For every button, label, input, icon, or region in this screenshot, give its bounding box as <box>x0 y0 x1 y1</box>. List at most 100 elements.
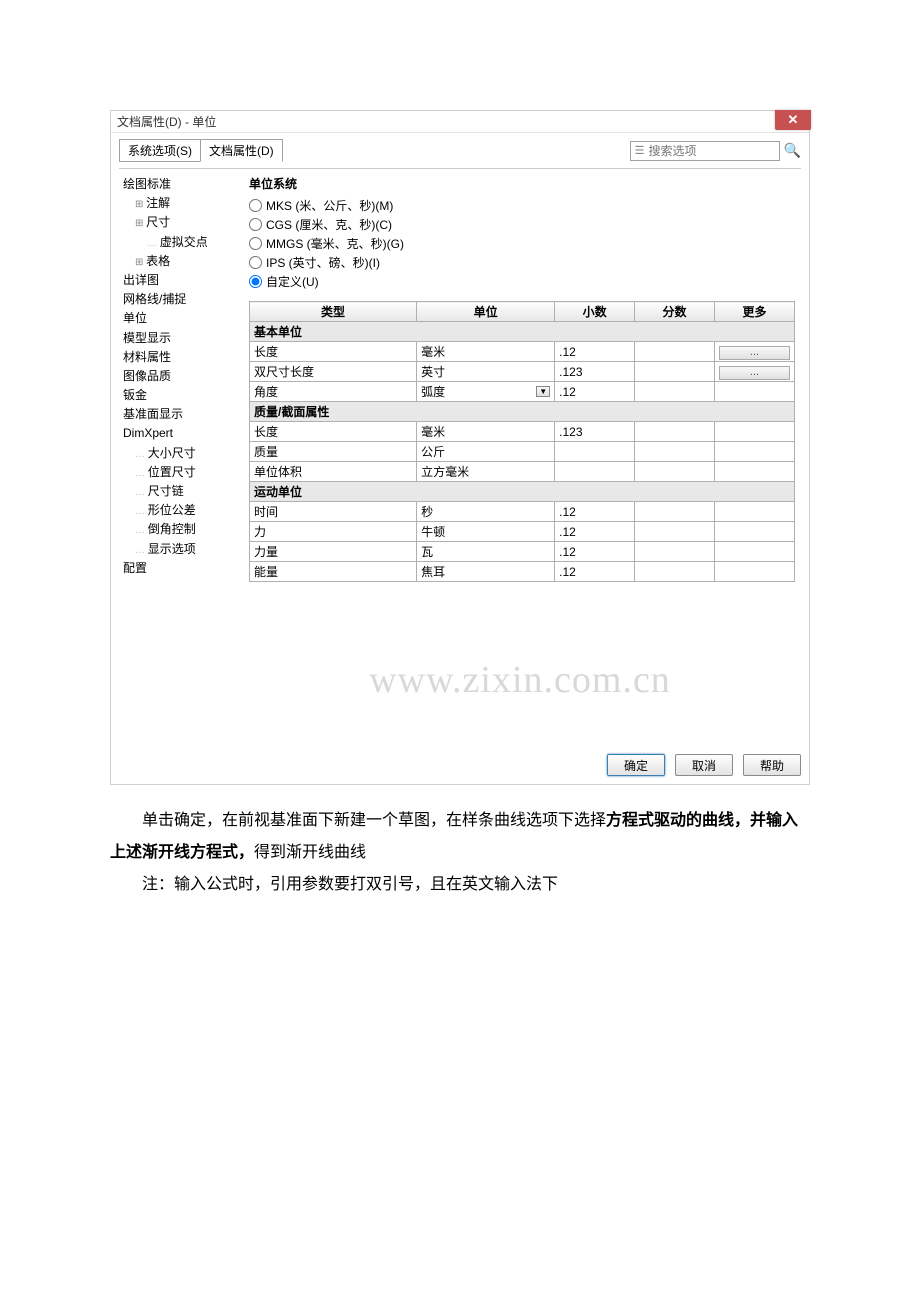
cell-decimal[interactable]: .12 <box>555 522 635 542</box>
tab-document-properties[interactable]: 文档属性(D) <box>200 139 283 162</box>
table-header: 分数 <box>635 302 715 322</box>
cell-more <box>715 462 795 482</box>
cell-unit[interactable]: 立方毫米 <box>417 462 555 482</box>
tree-item[interactable]: 位置尺寸 <box>123 463 235 482</box>
cell-unit[interactable]: 公斤 <box>417 442 555 462</box>
chevron-down-icon[interactable]: ▼ <box>536 386 550 397</box>
cell-decimal[interactable]: .123 <box>555 362 635 382</box>
cancel-button[interactable]: 取消 <box>675 754 733 776</box>
cell-fraction[interactable] <box>635 382 715 402</box>
cell-more <box>715 422 795 442</box>
cell-unit[interactable]: 牛顿 <box>417 522 555 542</box>
search-icon[interactable]: 🔍 <box>784 142 801 159</box>
table-row: 单位体积立方毫米 <box>250 462 795 482</box>
cell-fraction[interactable] <box>635 462 715 482</box>
cell-type: 能量 <box>250 562 417 582</box>
tree-item[interactable]: DimXpert <box>123 424 235 443</box>
section-header: 运动单位 <box>250 482 795 502</box>
tree-item[interactable]: 图像品质 <box>123 367 235 386</box>
search-input[interactable] <box>646 143 774 159</box>
tree-item[interactable]: 虚拟交点 <box>123 233 235 252</box>
tab-system-options[interactable]: 系统选项(S) <box>119 139 201 162</box>
cell-fraction[interactable] <box>635 362 715 382</box>
tree-item[interactable]: 材料属性 <box>123 348 235 367</box>
tab-bar: 系统选项(S) 文档属性(D) ☰ 🔍 <box>111 133 809 168</box>
dialog-title: 文档属性(D) - 单位 <box>111 113 216 130</box>
radio-input[interactable] <box>249 237 262 250</box>
tree-item[interactable]: 显示选项 <box>123 540 235 559</box>
cell-type: 质量 <box>250 442 417 462</box>
tree-item[interactable]: 注解 <box>123 194 235 213</box>
cell-more <box>715 562 795 582</box>
cell-decimal[interactable]: .12 <box>555 382 635 402</box>
content-pane: 单位系统 MKS (米、公斤、秒)(M)CGS (厘米、克、秒)(C)MMGS … <box>239 169 801 738</box>
tree-item[interactable]: 表格 <box>123 252 235 271</box>
tree-item[interactable]: 单位 <box>123 309 235 328</box>
table-row: 时间秒.12 <box>250 502 795 522</box>
tree-item[interactable]: 尺寸链 <box>123 482 235 501</box>
table-row: 长度毫米.123 <box>250 422 795 442</box>
tree-item[interactable]: 模型显示 <box>123 329 235 348</box>
tree-item[interactable]: 基准面显示 <box>123 405 235 424</box>
cell-decimal[interactable] <box>555 462 635 482</box>
table-row: 双尺寸长度英寸.123... <box>250 362 795 382</box>
tree-item[interactable]: 大小尺寸 <box>123 444 235 463</box>
dialog-footer: 确定 取消 帮助 <box>111 746 809 784</box>
search-options-box[interactable]: ☰ <box>630 141 780 161</box>
unit-system-title: 单位系统 <box>249 175 795 192</box>
tree-item[interactable]: 尺寸 <box>123 213 235 232</box>
cell-fraction[interactable] <box>635 522 715 542</box>
tree-item[interactable]: 钣金 <box>123 386 235 405</box>
cell-decimal[interactable]: .12 <box>555 562 635 582</box>
cell-decimal[interactable]: .12 <box>555 502 635 522</box>
tree-item[interactable]: 出详图 <box>123 271 235 290</box>
cell-decimal[interactable]: .12 <box>555 542 635 562</box>
para1-c: 得到渐开线曲线 <box>254 844 366 861</box>
close-button[interactable]: ✕ <box>775 110 811 130</box>
cell-decimal[interactable] <box>555 442 635 462</box>
tree-item[interactable]: 倒角控制 <box>123 520 235 539</box>
cell-fraction[interactable] <box>635 562 715 582</box>
cell-fraction[interactable] <box>635 542 715 562</box>
radio-input[interactable] <box>249 275 262 288</box>
cell-type: 力量 <box>250 542 417 562</box>
radio-label: MKS (米、公斤、秒)(M) <box>266 197 393 214</box>
cell-decimal[interactable]: .12 <box>555 342 635 362</box>
radio-input[interactable] <box>249 256 262 269</box>
cell-type: 长度 <box>250 342 417 362</box>
cell-unit[interactable]: 秒 <box>417 502 555 522</box>
table-header: 类型 <box>250 302 417 322</box>
radio-input[interactable] <box>249 218 262 231</box>
cell-unit[interactable]: 毫米 <box>417 422 555 442</box>
cell-unit[interactable]: 弧度▼ <box>417 382 555 402</box>
table-row: 质量公斤 <box>250 442 795 462</box>
cell-unit[interactable]: 焦耳 <box>417 562 555 582</box>
unit-system-option[interactable]: CGS (厘米、克、秒)(C) <box>249 215 795 234</box>
tree-item[interactable]: 配置 <box>123 559 235 578</box>
tree-item[interactable]: 网格线/捕捉 <box>123 290 235 309</box>
cell-decimal[interactable]: .123 <box>555 422 635 442</box>
table-header: 单位 <box>417 302 555 322</box>
cell-unit[interactable]: 毫米 <box>417 342 555 362</box>
cell-more[interactable]: ... <box>715 362 795 382</box>
cell-fraction[interactable] <box>635 502 715 522</box>
unit-system-option[interactable]: IPS (英寸、磅、秒)(I) <box>249 253 795 272</box>
cell-fraction[interactable] <box>635 422 715 442</box>
ok-button[interactable]: 确定 <box>607 754 665 776</box>
unit-system-option[interactable]: 自定义(U) <box>249 272 795 291</box>
table-header: 更多 <box>715 302 795 322</box>
dialog-title-bar: 文档属性(D) - 单位 ✕ <box>111 111 809 133</box>
tree-item[interactable]: 绘图标准 <box>123 175 235 194</box>
cell-fraction[interactable] <box>635 342 715 362</box>
document-properties-dialog: 文档属性(D) - 单位 ✕ 系统选项(S) 文档属性(D) ☰ 🔍 绘图标准注… <box>110 110 810 785</box>
cell-more[interactable]: ... <box>715 342 795 362</box>
radio-input[interactable] <box>249 199 262 212</box>
tree-item[interactable]: 形位公差 <box>123 501 235 520</box>
unit-system-option[interactable]: MMGS (毫米、克、秒)(G) <box>249 234 795 253</box>
unit-system-option[interactable]: MKS (米、公斤、秒)(M) <box>249 196 795 215</box>
cell-fraction[interactable] <box>635 442 715 462</box>
cell-unit[interactable]: 英寸 <box>417 362 555 382</box>
help-button[interactable]: 帮助 <box>743 754 801 776</box>
cell-type: 双尺寸长度 <box>250 362 417 382</box>
cell-unit[interactable]: 瓦 <box>417 542 555 562</box>
